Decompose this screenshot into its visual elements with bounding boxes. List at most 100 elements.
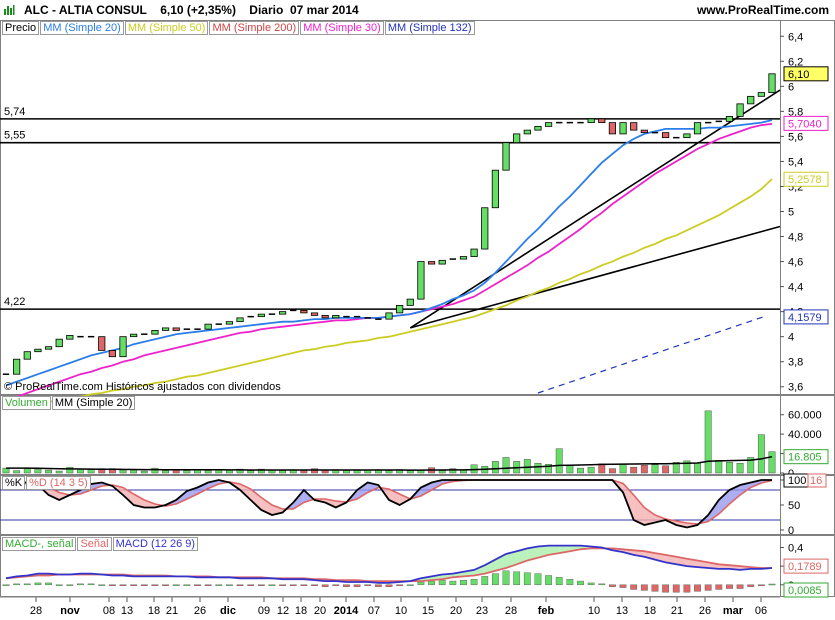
- macd-histogram-bar: [630, 584, 638, 590]
- macd-histogram-bar: [662, 584, 670, 593]
- price-candle: [108, 350, 116, 358]
- macd-histogram-bar: [534, 573, 542, 585]
- legend-ma30[interactable]: MM (Simple 30): [300, 21, 384, 35]
- stoch-panel: [0, 475, 781, 535]
- macd-histogram-bar: [683, 584, 691, 593]
- volume-bar: [630, 466, 638, 474]
- volume-bar: [204, 470, 212, 474]
- x-axis-label: 21: [671, 605, 683, 617]
- macd-histogram-bar: [417, 581, 425, 585]
- legend-macd[interactable]: MACD (12 26 9): [112, 537, 199, 551]
- macd-legend: MACD-, señal Señal MACD (12 26 9): [2, 537, 199, 551]
- volume-bar: [577, 467, 584, 474]
- volume-bar: [23, 468, 31, 474]
- macd-histogram-bar: [523, 572, 531, 586]
- volume-bar: [502, 457, 510, 474]
- macd-histogram-bar: [491, 573, 499, 585]
- macd-histogram-bar: [396, 584, 404, 586]
- x-axis-label: 26: [699, 605, 711, 617]
- x-axis-label: 20: [450, 605, 462, 617]
- price-candle: [608, 122, 617, 135]
- macd-histogram-bar: [236, 584, 244, 586]
- price-candle: [151, 330, 159, 335]
- price-candle: [481, 207, 489, 250]
- volume-bar: [523, 459, 531, 474]
- legend-macd-hist[interactable]: MACD-, señal: [2, 537, 77, 551]
- x-axis-label: 08: [103, 605, 115, 617]
- price-y-tick-label: 4,4: [788, 282, 803, 294]
- volume-legend: Volumen MM (Simple 20): [2, 396, 136, 410]
- volume-bar: [704, 410, 712, 474]
- volume-bar: [140, 470, 148, 474]
- price-candle: [459, 256, 468, 260]
- macd-histogram-bar: [119, 584, 127, 586]
- x-axis-label: mar: [723, 605, 744, 617]
- macd-histogram-bar: [108, 584, 116, 586]
- macd-histogram-bar: [672, 584, 680, 593]
- macd-histogram-bar: [374, 584, 382, 587]
- x-axis-label: dic: [220, 605, 236, 617]
- legend-signal[interactable]: Señal: [77, 537, 112, 551]
- volume-bar: [555, 448, 563, 474]
- legend-volume-ma20[interactable]: MM (Simple 20): [51, 396, 136, 410]
- legend-volume[interactable]: Volumen: [2, 396, 51, 410]
- macd-histogram-bar: [449, 580, 457, 585]
- price-candle: [23, 351, 31, 360]
- legend-k[interactable]: %K: [2, 476, 26, 490]
- price-candle: [725, 115, 734, 122]
- macd-histogram-bar: [23, 583, 31, 586]
- macd-histogram-bar: [183, 584, 191, 586]
- x-axis-label: 06: [755, 605, 767, 617]
- macd-histogram-bar: [364, 584, 372, 586]
- macd-y-tick-label: 0,4: [788, 542, 803, 554]
- volume-bar: [726, 462, 733, 474]
- macd-histogram-bar: [704, 584, 712, 591]
- price-candle: [534, 125, 542, 131]
- price-candle: [98, 336, 106, 351]
- macd-histogram-bar: [172, 584, 180, 586]
- price-y-tick-label: 3,6: [788, 382, 803, 394]
- x-axis-label: 18: [644, 605, 656, 617]
- macd-histogram-bar: [726, 584, 733, 589]
- macd-value-tag-label: 0,0085: [788, 585, 822, 597]
- legend-d[interactable]: %D (14 3 5): [26, 476, 91, 490]
- volume-bar: [13, 470, 21, 474]
- volume-bar: [566, 464, 574, 474]
- volume-bar: [34, 468, 42, 474]
- price-candle: [736, 103, 744, 117]
- price-value-tag-label: 5,7040: [788, 118, 822, 130]
- price-candle: [491, 169, 499, 209]
- volume-bar: [694, 463, 701, 474]
- volume-y-tick-label: 40.000: [788, 429, 822, 441]
- stoch-legend: %K %D (14 3 5): [2, 476, 92, 490]
- price-candle: [236, 317, 244, 323]
- legend-ma200[interactable]: MM (Simple 200): [209, 21, 300, 35]
- legend-ma50[interactable]: MM (Simple 50): [124, 21, 209, 35]
- price-candle: [310, 312, 319, 316]
- x-axis-label: 18: [295, 605, 307, 617]
- volume-bar: [757, 434, 765, 474]
- macd-histogram-bar: [66, 584, 74, 586]
- legend-price[interactable]: Precio: [2, 21, 40, 35]
- price-candle: [321, 314, 329, 319]
- volume-bar: [130, 469, 138, 474]
- legend-ma20[interactable]: MM (Simple 20): [40, 21, 124, 35]
- macd-histogram-bar: [204, 584, 212, 586]
- volume-bar: [491, 461, 499, 474]
- volume-bar: [279, 470, 287, 474]
- macd-histogram-bar: [566, 579, 574, 586]
- x-axis-label: 21: [166, 605, 178, 617]
- macd-histogram-bar: [45, 582, 52, 586]
- x-axis-label: 15: [422, 605, 434, 617]
- volume-bar: [640, 464, 648, 474]
- macd-histogram-bar: [130, 584, 138, 586]
- macd-histogram-bar: [215, 584, 223, 586]
- macd-histogram-bar: [13, 583, 21, 586]
- legend-ma132[interactable]: MM (Simple 132): [384, 21, 475, 35]
- x-axis-label: 28: [30, 605, 42, 617]
- x-axis-label: 20: [314, 605, 326, 617]
- volume-bar: [438, 470, 446, 474]
- chart-canvas: 3,63,844,24,44,64,855,25,45,65,866,26,45…: [0, 20, 835, 617]
- macd-histogram-bar: [300, 584, 308, 586]
- macd-histogram-bar: [545, 575, 552, 586]
